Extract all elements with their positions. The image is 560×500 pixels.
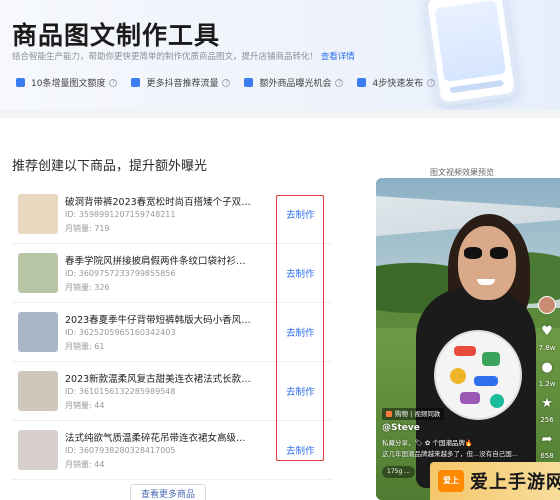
phone-bar [449,79,504,94]
phone-screen [434,0,507,83]
product-pill[interactable]: 175g ... [382,466,415,478]
product-sales: 月销量: 719 [65,224,110,233]
comment-count: 1.2w [538,380,556,388]
video-description: 这几年国潮品牌越来越多了，但...没有自己国... [382,450,518,458]
cart-icon [386,411,392,417]
product-sales: 月销量: 44 [65,401,105,410]
like-count: 7.8w [538,344,556,352]
product-name: 春季学院风拼接披肩假两件条纹口袋衬衫宽松... [65,256,255,267]
favorite-count: 256 [540,416,554,424]
video-side-actions: ♥ 7.8w ● 1.2w ★ 256 ➦ 658 [536,296,558,468]
feature-item: 4步快速发布 ? [357,76,436,89]
feature-label: 更多抖音推荐流量 [146,79,219,89]
watermark-text: 爱上手游网 [470,472,560,493]
comment-icon[interactable]: ● [539,360,555,376]
feature-icon [244,78,254,87]
product-thumbnail [18,253,58,293]
sticker [450,368,466,384]
product-thumbnail [18,194,58,234]
preview-label: 图文视频效果预览 [430,168,494,177]
feature-icon [131,78,141,87]
shop-tag-label: 购物 | 视频同款 [395,410,441,418]
product-name: 2023新款温柔风复古甜美连衣裙法式长款小清... [65,374,255,385]
feature-list: 10条增量图文额度 ? 更多抖音推荐流量 ? 额外商品曝光机会 ? 4步快速发布… [16,76,436,89]
feature-label: 4步快速发布 [372,79,424,89]
product-sales: 月销量: 326 [65,283,110,292]
creator-handle: @Steve [382,423,420,433]
header-banner: 商品图文制作工具 结合智能生产能力，帮助你更快更简单的制作优质商品图文，提升店铺… [0,0,560,110]
product-name: 法式纯欲气质温柔碎花吊带连衣裙女高级设计... [65,433,255,444]
section-title: 推荐创建以下商品，提升额外曝光 [12,159,208,174]
feature-item: 更多抖音推荐流量 ? [131,76,231,89]
feature-icon [16,78,25,87]
feature-item: 10条增量图文额度 ? [16,76,118,89]
subtitle-text: 结合智能生产能力，帮助你更快更简单的制作优质商品图文，提升店铺商品转化！ [12,52,319,62]
product-id: ID: 3625205965160342403 [65,328,176,337]
sticker [490,394,504,408]
view-more-button[interactable]: 查看更多商品 [130,484,206,500]
person-face [458,226,516,300]
sticker [454,346,476,356]
video-preview: ♥ 7.8w ● 1.2w ★ 256 ➦ 658 购物 | 视频同款 @Ste… [376,178,560,500]
sticker-plate [434,330,522,420]
section-divider [0,110,560,118]
product-name: 2023春夏季牛仔背带短裤韩版大码小香风宽松... [65,315,255,326]
phone-illustration [422,0,520,108]
page: 商品图文制作工具 结合智能生产能力，帮助你更快更简单的制作优质商品图文，提升店铺… [0,0,560,500]
watermark: 爱上 爱上手游网 [430,462,560,500]
feature-item: 额外商品曝光机会 ? [244,76,344,89]
sunglasses-icon [464,247,510,259]
feature-label: 10条增量图文额度 [31,79,106,89]
product-id: ID: 3609757233799855856 [65,269,176,278]
view-details-link[interactable]: 查看详情 [321,52,355,62]
feature-icon [357,78,367,87]
help-icon[interactable]: ? [222,78,231,87]
product-sales: 月销量: 44 [65,460,105,469]
product-name: 破洞背带裤2023春宽松时尚百搭矮个子双拼色... [65,197,255,208]
product-id: ID: 3598991207159748211 [65,210,176,219]
product-id: ID: 3610156132285989548 [65,387,176,396]
feature-label: 额外商品曝光机会 [259,79,332,89]
page-subtitle: 结合智能生产能力，帮助你更快更简单的制作优质商品图文，提升店铺商品转化！ 查看详… [12,50,355,62]
help-icon[interactable]: ? [335,78,344,87]
help-icon[interactable]: ? [109,78,118,87]
product-id: ID: 3607938280328417005 [65,446,176,455]
share-icon[interactable]: ➦ [539,432,555,448]
creator-avatar[interactable] [538,296,556,314]
product-thumbnail [18,371,58,411]
star-icon[interactable]: ★ [539,396,555,412]
product-sales: 月销量: 61 [65,342,105,351]
video-caption: 私藏分享，🏷 ✿ 个国潮品牌🔥 [382,439,473,447]
share-count: 658 [540,452,554,460]
shop-tag[interactable]: 购物 | 视频同款 [382,408,445,420]
watermark-logo: 爱上 [438,470,464,492]
sticker [460,392,480,404]
product-thumbnail [18,430,58,470]
page-title: 商品图文制作工具 [12,21,221,50]
sticker [474,376,498,386]
sticker [482,352,500,366]
heart-icon[interactable]: ♥ [539,324,555,340]
highlight-box [276,195,324,461]
product-thumbnail [18,312,58,352]
